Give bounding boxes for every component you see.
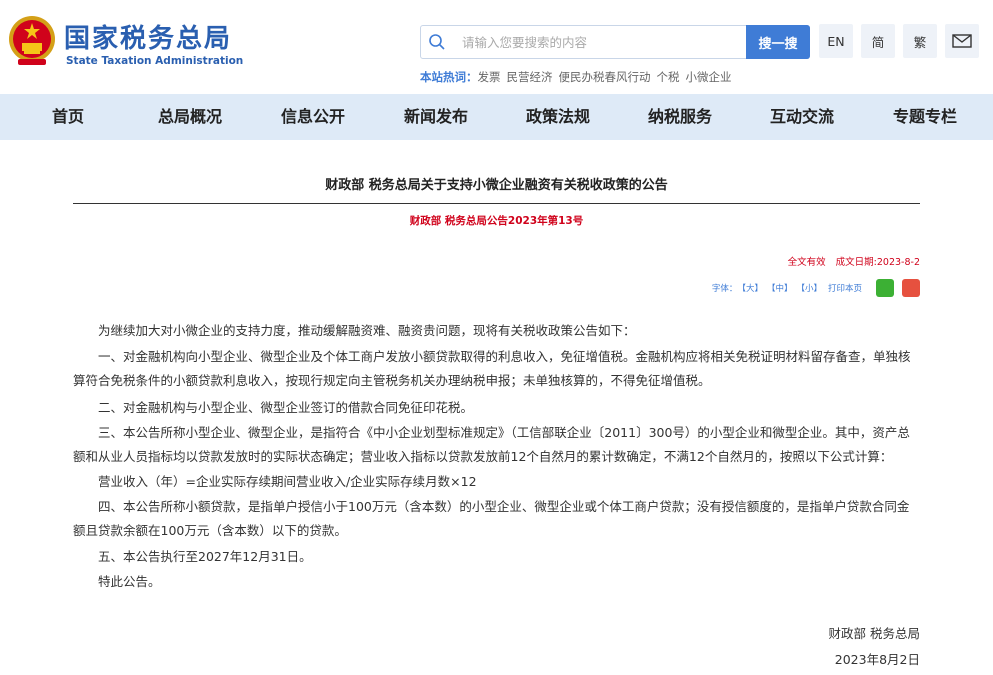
hot-word-link[interactable]: 小微企业 [686,70,732,84]
article-paragraph: 二、对金融机构与小型企业、微型企业签订的借款合同免征印花税。 [98,400,474,415]
nav-item-interaction[interactable]: 互动交流 [770,94,834,140]
article-paragraph: 为继续加大对小微企业的支持力度，推动缓解融资难、融资贵问题，现将有关税收政策公告… [98,323,636,338]
national-emblem-icon [9,16,55,65]
site-header: 国家税务总局 State Taxation Administration 搜一搜… [0,0,993,94]
main-nav: 首页 总局概况 信息公开 新闻发布 政策法规 纳税服务 互动交流 专题专栏 [0,94,993,140]
article-tools: 字体： 【大】 【中】 【小】 打印本页 [712,279,920,297]
nav-item-overview[interactable]: 总局概况 [158,94,222,140]
hot-word-link[interactable]: 发票 [478,70,501,84]
lang-simplified-button[interactable]: 简 [861,24,895,58]
hot-words: 本站热词：发票 民营经济 便民办税春风行动 个税 小微企业 [420,69,732,85]
article-paragraph: 营业收入（年）=企业实际存续期间营业收入/企业实际存续月数×12 [98,474,477,489]
sign-date: 2023年8月2日 [834,652,920,667]
search-button[interactable]: 搜一搜 [746,25,810,59]
nav-item-info[interactable]: 信息公开 [281,94,345,140]
nav-item-policy[interactable]: 政策法规 [526,94,590,140]
lang-en-button[interactable]: EN [819,24,853,58]
hot-word-link[interactable]: 个税 [657,70,680,84]
title-divider [73,203,920,204]
wechat-share-icon[interactable] [876,279,894,297]
signer: 财政部 税务总局 [828,626,920,641]
status-badge: 全文有效 [787,257,826,268]
written-date: 成文日期:2023-8-2 [835,257,920,268]
search-icon [429,34,445,50]
weibo-share-icon[interactable] [902,279,920,297]
article-paragraph: 四、本公告所称小额贷款，是指单户授信小于100万元（含本数）的小型企业、微型企业… [73,499,910,538]
article-paragraph: 三、本公告所称小型企业、微型企业，是指符合《中小企业划型标准规定》（工信部联企业… [73,425,910,464]
nav-item-tax-service[interactable]: 纳税服务 [648,94,712,140]
article-paragraph: 特此公告。 [98,574,161,589]
validity-info: 全文有效 成文日期:2023-8-2 [788,254,920,268]
nav-item-home[interactable]: 首页 [52,94,84,140]
lang-traditional-button[interactable]: 繁 [903,24,937,58]
nav-item-news[interactable]: 新闻发布 [404,94,468,140]
font-size-label: 字体： [711,284,738,294]
hot-word-link[interactable]: 民营经济 [507,70,553,84]
hot-word-link[interactable]: 便民办税春风行动 [559,70,651,84]
mail-button[interactable] [945,24,979,58]
article-paragraph: 五、本公告执行至2027年12月31日。 [98,549,312,564]
site-logo-subtitle: State Taxation Administration [66,55,244,67]
font-medium-link[interactable]: 【中】 [767,282,793,294]
article-paragraph: 一、对金融机构向小型企业、微型企业及个体工商户发放小额贷款取得的利息收入，免征增… [73,349,911,388]
document-number: 财政部 税务总局公告2023年第13号 [409,215,584,227]
search-input[interactable] [462,27,742,57]
font-large-link[interactable]: 【大】 [737,282,763,294]
site-logo-title[interactable]: 国家税务总局 [64,18,232,55]
print-link[interactable]: 打印本页 [828,282,862,294]
mail-icon [952,34,972,48]
article-title: 财政部 税务总局关于支持小微企业融资有关税收政策的公告 [325,178,668,193]
hot-words-label: 本站热词： [420,70,478,84]
font-small-link[interactable]: 【小】 [796,282,822,294]
nav-item-topics[interactable]: 专题专栏 [893,94,957,140]
